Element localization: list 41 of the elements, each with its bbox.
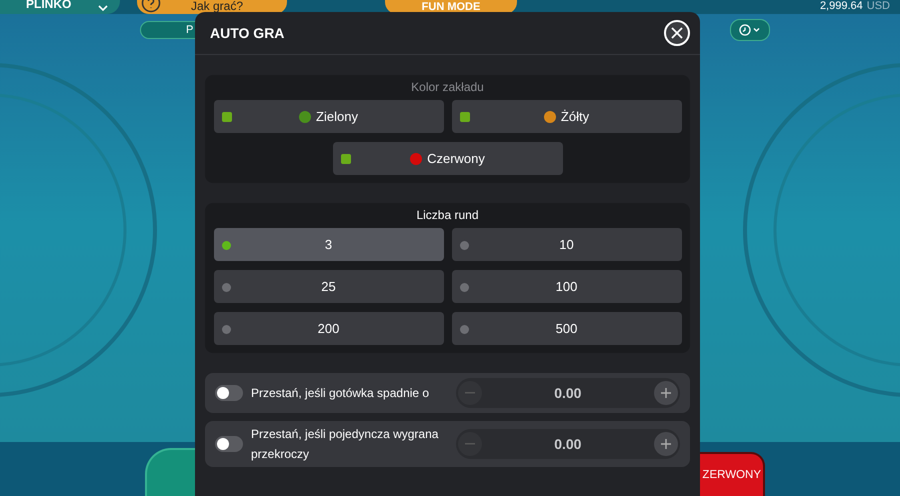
plus-button[interactable] <box>654 432 678 456</box>
history-icon <box>738 24 762 36</box>
balance: 2,999.64 <box>820 0 863 14</box>
condition-label: Przestań, jeśli pojedyncza wygrana przekroczy <box>251 426 440 463</box>
section-title: Kolor zakładu <box>411 80 484 94</box>
rounds-option[interactable]: 200 <box>214 312 444 345</box>
radio-dot <box>460 283 468 292</box>
plus-icon <box>660 388 671 398</box>
checkbox[interactable] <box>460 112 470 122</box>
amount-value: 0.00 <box>554 436 582 452</box>
minus-icon <box>464 443 475 445</box>
plus-button[interactable] <box>654 381 678 405</box>
toggle-switch[interactable] <box>215 436 243 452</box>
checkbox[interactable] <box>222 112 232 122</box>
history-button[interactable] <box>730 19 770 41</box>
radio-dot <box>460 241 468 250</box>
close-icon <box>671 27 683 39</box>
color-option[interactable]: Czerwony <box>332 142 562 175</box>
rounds-option[interactable]: 10 <box>452 228 682 261</box>
amount-value: 0.00 <box>554 385 582 401</box>
radio-dot <box>222 241 230 250</box>
rounds-option[interactable]: 500 <box>452 312 682 345</box>
color-option[interactable]: Żółty <box>452 100 682 133</box>
radio-dot <box>222 325 230 334</box>
rounds-option[interactable]: 25 <box>214 270 444 303</box>
rounds-option[interactable]: 100 <box>452 270 682 303</box>
help-button[interactable]: Jak grać? <box>137 0 287 14</box>
radio-dot <box>222 283 230 292</box>
close-button[interactable] <box>664 20 690 46</box>
toggle-switch[interactable] <box>215 385 243 401</box>
currency: USD <box>866 0 890 14</box>
checkbox[interactable] <box>340 154 350 164</box>
rounds-option[interactable]: 3 <box>214 228 444 261</box>
minus-icon <box>464 392 475 394</box>
plus-icon <box>660 439 671 449</box>
color-option[interactable]: Zielony <box>214 100 444 133</box>
section-title: Liczba rund <box>416 208 479 222</box>
radio-dot <box>460 325 468 334</box>
chevron-icon <box>98 5 108 11</box>
condition-label: Przestań, jeśli gotówka spadnie o <box>251 385 430 402</box>
dialog-title: AUTO GRA <box>210 25 284 41</box>
